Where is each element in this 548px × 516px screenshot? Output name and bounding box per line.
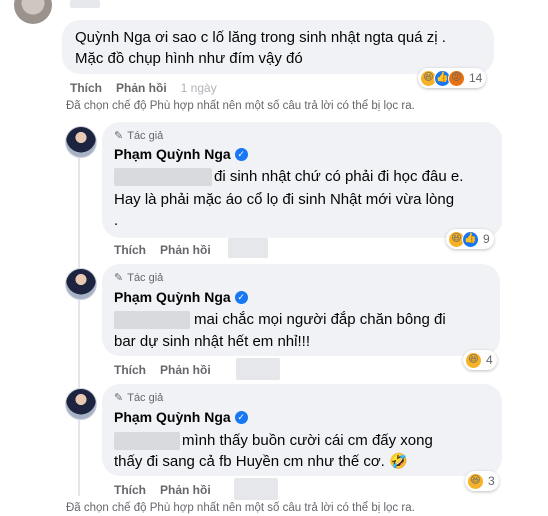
- blurred-timestamp: [228, 238, 268, 258]
- like-button[interactable]: Thích: [114, 243, 146, 257]
- reply-2-line-2: bar dự sinh nhật hết em nhỉ!!!: [114, 333, 310, 350]
- pen-icon: ✎: [114, 130, 124, 142]
- filter-note-bottom: Đã chọn chế độ Phù hợp nhất nên một số c…: [66, 502, 415, 514]
- commenter-avatar[interactable]: [14, 0, 52, 24]
- blurred-timestamp: [234, 478, 278, 500]
- filter-note-top: Đã chọn chế độ Phù hợp nhất nên một số c…: [66, 100, 415, 112]
- reply-1-actions: Thích Phản hồi: [114, 243, 211, 257]
- haha-reaction-icon: 😆: [467, 472, 484, 490]
- reaction-count: 3: [488, 474, 495, 488]
- reply-1-reactions[interactable]: 😆 👍 9: [446, 229, 494, 249]
- blurred-name: [70, 0, 100, 8]
- verified-check-icon: ✓: [234, 147, 248, 161]
- blurred-mention: [114, 432, 180, 450]
- haha-reaction-icon: 😆: [465, 351, 482, 369]
- reply-3-reactions[interactable]: 😆 3: [465, 471, 499, 491]
- reply-button[interactable]: Phản hồi: [116, 81, 167, 95]
- author-name[interactable]: Phạm Quỳnh Nga: [114, 289, 231, 305]
- thread-line: [78, 156, 80, 496]
- top-comment-line-1: Quỳnh Nga ơi sao c lố lăng trong sinh nh…: [75, 29, 446, 46]
- verified-check-icon: ✓: [234, 410, 248, 424]
- blurred-mention: [114, 311, 190, 329]
- reaction-count: 4: [486, 353, 493, 367]
- verified-check-icon: ✓: [234, 290, 248, 304]
- reply-3-actions: Thích Phản hồi: [114, 483, 211, 497]
- top-comment-actions: Thích Phản hồi 1 ngày: [70, 81, 217, 95]
- author-name[interactable]: Phạm Quỳnh Nga: [114, 409, 231, 425]
- blurred-mention: [114, 168, 212, 186]
- reply-1-line-2: Hay là phải mặc áo cổ lọ đi sinh Nhật mớ…: [114, 191, 455, 208]
- like-reaction-icon: 👍: [462, 230, 479, 248]
- top-comment-line-2: Mặc đồ chụp hình như đím vậy đó: [75, 50, 303, 67]
- like-button[interactable]: Thích: [114, 363, 146, 377]
- reaction-count: 14: [469, 71, 483, 85]
- blurred-timestamp: [236, 358, 280, 380]
- reply-2-line-1: mai chắc mọi người đắp chăn bông đi: [194, 311, 446, 328]
- reply-2-reactions[interactable]: 😆 4: [463, 350, 497, 370]
- reply-1-line-1: đi sinh nhật chứ có phải đi học đâu e.: [214, 168, 464, 185]
- timestamp[interactable]: 1 ngày: [181, 81, 217, 95]
- reply-1-line-3: .: [114, 212, 119, 229]
- like-button[interactable]: Thích: [70, 81, 102, 95]
- reply-button[interactable]: Phản hồi: [160, 483, 211, 497]
- author-badge: ✎ Tác giả: [114, 391, 164, 405]
- reply-button[interactable]: Phản hồi: [160, 243, 211, 257]
- like-button[interactable]: Thích: [114, 483, 146, 497]
- reply-2-actions: Thích Phản hồi: [114, 363, 211, 377]
- pen-icon: ✎: [114, 272, 124, 284]
- author-avatar[interactable]: [65, 388, 97, 420]
- reply-2-name-row: Phạm Quỳnh Nga ✓: [114, 289, 248, 305]
- reply-3-name-row: Phạm Quỳnh Nga ✓: [114, 409, 248, 425]
- reply-1-name-row: Phạm Quỳnh Nga ✓: [114, 146, 248, 162]
- author-badge: ✎ Tác giả: [114, 271, 164, 285]
- reply-3-line-2: thấy đi sang cả fb Huyền cm như thế cơ. …: [114, 453, 408, 470]
- reaction-count: 9: [483, 232, 490, 246]
- reply-button[interactable]: Phản hồi: [160, 363, 211, 377]
- pen-icon: ✎: [114, 392, 124, 404]
- author-badge: ✎ Tác giả: [114, 129, 164, 143]
- reply-3-line-1: mình thấy buồn cười cái cm đấy xong: [182, 432, 433, 449]
- author-name[interactable]: Phạm Quỳnh Nga: [114, 146, 231, 162]
- author-avatar[interactable]: [65, 126, 97, 158]
- top-comment-reactions[interactable]: 😆 👍 😡 14: [418, 68, 487, 88]
- author-avatar[interactable]: [65, 268, 97, 300]
- angry-reaction-icon: 😡: [448, 69, 465, 87]
